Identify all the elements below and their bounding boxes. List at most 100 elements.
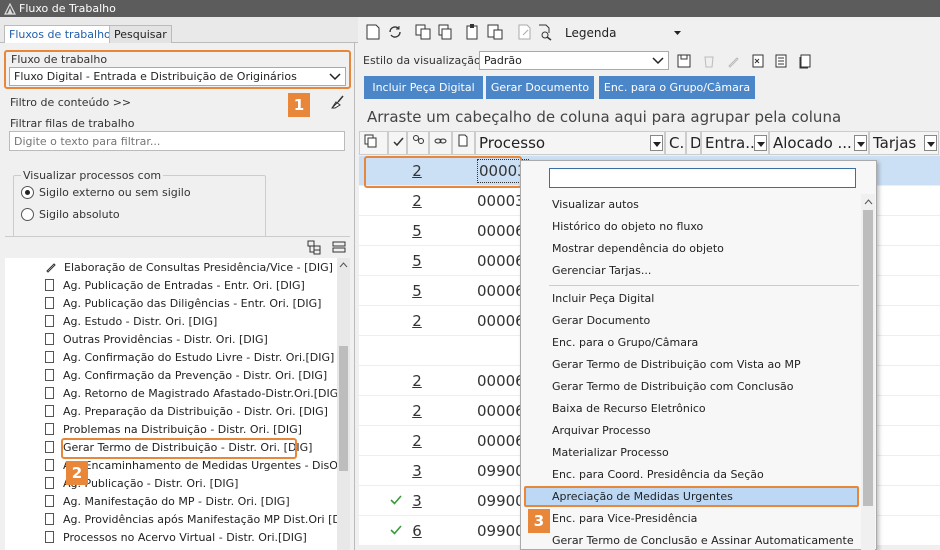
row-count-link[interactable]: 5	[407, 216, 427, 246]
col-d[interactable]: D	[686, 131, 701, 155]
content-filter-link[interactable]: Filtro de conteúdo >>	[10, 96, 131, 109]
tree-item[interactable]: Ag. Confirmação da Prevenção - Distr. Or…	[45, 367, 337, 385]
context-menu-search-input[interactable]	[549, 168, 856, 188]
row-count-link[interactable]: 3	[407, 456, 427, 486]
radio-sigilo-externo-label[interactable]: Sigilo externo ou sem sigilo	[39, 186, 191, 199]
menu-item[interactable]: Gerar Termo de Conclusão e Assinar Autom…	[552, 530, 854, 550]
row-processo-cell[interactable]: 00003	[477, 186, 525, 216]
tree-item[interactable]: Ag. Encaminhamento de Medidas Urgentes -…	[45, 457, 337, 475]
menu-item[interactable]: Incluir Peça Digital	[552, 288, 654, 309]
row-processo-cell[interactable]: 09900	[477, 456, 525, 486]
tb-save-copy[interactable]	[486, 23, 506, 43]
col-icon-b[interactable]	[407, 131, 429, 155]
tb-new[interactable]	[364, 23, 384, 43]
menu-item[interactable]: Enc. para o Grupo/Câmara	[552, 332, 698, 353]
radio-sigilo-externo[interactable]	[21, 186, 34, 199]
row-processo-cell[interactable]: 09900	[477, 516, 525, 546]
filter-icon[interactable]	[854, 135, 867, 151]
tb-copy[interactable]	[414, 23, 434, 43]
menu-item[interactable]: Visualizar autos	[552, 194, 639, 215]
row-processo-cell[interactable]: 00006	[477, 426, 525, 456]
col-icon-d[interactable]	[452, 131, 475, 155]
tree-item[interactable]: Processos no Acervo Virtual - Distr. Ori…	[45, 529, 337, 547]
row-processo-cell[interactable]: 00006	[477, 366, 525, 396]
filter-icon[interactable]	[924, 135, 937, 151]
tb-duplicate[interactable]	[436, 23, 456, 43]
radio-sigilo-absoluto[interactable]	[21, 208, 34, 221]
col-check[interactable]	[388, 131, 407, 155]
menu-item[interactable]: Histórico do objeto no fluxo	[552, 216, 703, 237]
col-icon-c[interactable]	[429, 131, 452, 155]
row-processo-cell[interactable]: 00006	[477, 216, 525, 246]
menu-item[interactable]: Mostrar dependência do objeto	[552, 238, 724, 259]
row-count-link[interactable]: 2	[407, 186, 427, 216]
tree-item[interactable]: Ag. Confirmação do Estudo Livre - Distr.…	[45, 349, 337, 367]
edit-icon[interactable]	[726, 53, 742, 69]
tree-item[interactable]: Ag. Publicação das Diligências - Entr. O…	[45, 295, 337, 313]
menu-item[interactable]: Materializar Processo	[552, 442, 669, 463]
filter-icon[interactable]	[650, 135, 663, 151]
radio-sigilo-absoluto-label[interactable]: Sigilo absoluto	[39, 208, 120, 221]
tb-paste[interactable]	[464, 23, 484, 43]
btn-incluir-peca-digital[interactable]: Incluir Peça Digital	[364, 76, 483, 99]
menu-item[interactable]: Enc. para Coord. Presidência da Seção	[552, 464, 764, 485]
menu-item[interactable]: Gerar Documento	[552, 310, 650, 331]
tb-search[interactable]	[536, 23, 556, 43]
menu-item[interactable]: Arquivar Processo	[552, 420, 651, 441]
tree-item[interactable]: Ag. Retorno de Magistrado Afastado-Distr…	[45, 385, 337, 403]
menu-item[interactable]: Baixa de Recurso Eletrônico	[552, 398, 706, 419]
btn-gerar-documento[interactable]: Gerar Documento	[486, 76, 594, 99]
tree-item[interactable]: Ag. Estudo - Distr. Ori. [DIG]	[45, 313, 337, 331]
row-count-link[interactable]: 6	[407, 516, 427, 546]
row-count-link[interactable]: 2	[407, 396, 427, 426]
menu-item[interactable]: Gerenciar Tarjas...	[552, 260, 651, 281]
tree-item[interactable]: Problemas na Distribuição - Distr. Ori. …	[45, 421, 337, 439]
row-processo-cell[interactable]: 00006	[477, 396, 525, 426]
tree-item[interactable]: Ag. Providências após Manifestação MP Di…	[45, 511, 337, 529]
row-count-link[interactable]: 2	[407, 426, 427, 456]
document-stack-icon[interactable]	[797, 53, 813, 69]
filter-icon[interactable]	[754, 135, 767, 151]
tree-item[interactable]: Ag. Manifestação do MP - Distr. Ori. [DI…	[45, 493, 337, 511]
col-c[interactable]: C.	[665, 131, 686, 155]
delete-icon[interactable]	[701, 53, 717, 69]
tree-item[interactable]: Ag. Publicação - Distr. Ori. [DIG]	[45, 475, 337, 493]
row-processo-cell[interactable]: 00006	[477, 306, 525, 336]
legend-dropdown[interactable]: Legenda	[565, 26, 616, 40]
menu-item[interactable]: Gerar Termo de Distribuição com Vista ao…	[552, 354, 801, 375]
row-processo-cell[interactable]: 00006	[477, 246, 525, 276]
tree-item[interactable]: Ag. Preparação da Distribuição - Distr. …	[45, 403, 337, 421]
scroll-up-icon[interactable]	[864, 199, 873, 205]
row-count-link[interactable]: 5	[407, 276, 427, 306]
legend-caret-icon[interactable]	[674, 31, 681, 35]
expand-tree-icon[interactable]	[307, 240, 322, 255]
view-style-select[interactable]: Padrão	[479, 51, 669, 70]
tree-item[interactable]: Ag. Publicação de Entradas - Entr. Ori. …	[45, 277, 337, 295]
tree-scroll-thumb[interactable]	[339, 346, 348, 471]
col-alocado[interactable]: Alocado ...	[769, 131, 869, 155]
row-count-link[interactable]: 2	[407, 366, 427, 396]
tab-fluxos-de-trabalho[interactable]: Fluxos de trabalho	[4, 25, 116, 44]
export-excel-icon[interactable]	[750, 53, 766, 69]
context-menu-scrollbar[interactable]	[861, 194, 875, 550]
menu-item-apreciacao-medidas-urgentes[interactable]: Apreciação de Medidas Urgentes	[552, 486, 733, 507]
report-icon[interactable]	[773, 53, 789, 69]
col-tarjas[interactable]: Tarjas	[869, 131, 939, 155]
tree-item[interactable]: Elaboração de Consultas Presidência/Vice…	[45, 259, 337, 277]
row-count-link[interactable]: 3	[407, 486, 427, 516]
btn-enc-grupo-camara[interactable]: Enc. para o Grupo/Câmara	[599, 76, 755, 99]
queue-filter-input[interactable]	[9, 131, 345, 151]
menu-item[interactable]: Enc. para Vice-Presidência	[552, 508, 697, 529]
col-icon-a[interactable]	[359, 131, 388, 155]
col-entrada[interactable]: Entra...	[701, 131, 769, 155]
row-count-link[interactable]: 2	[407, 306, 427, 336]
tree-item[interactable]: Outras Providências - Distr. Ori. [DIG]	[45, 331, 337, 349]
scroll-up-icon[interactable]	[339, 262, 348, 268]
tb-move[interactable]	[516, 23, 536, 43]
tree-scrollbar[interactable]	[337, 258, 350, 550]
row-processo-cell[interactable]: 00006	[477, 276, 525, 306]
save-icon[interactable]	[676, 53, 692, 69]
collapse-tree-icon[interactable]	[332, 240, 346, 254]
row-processo-cell[interactable]: 09900	[477, 486, 525, 516]
menu-item[interactable]: Gerar Termo de Distribuição com Conclusã…	[552, 376, 794, 397]
